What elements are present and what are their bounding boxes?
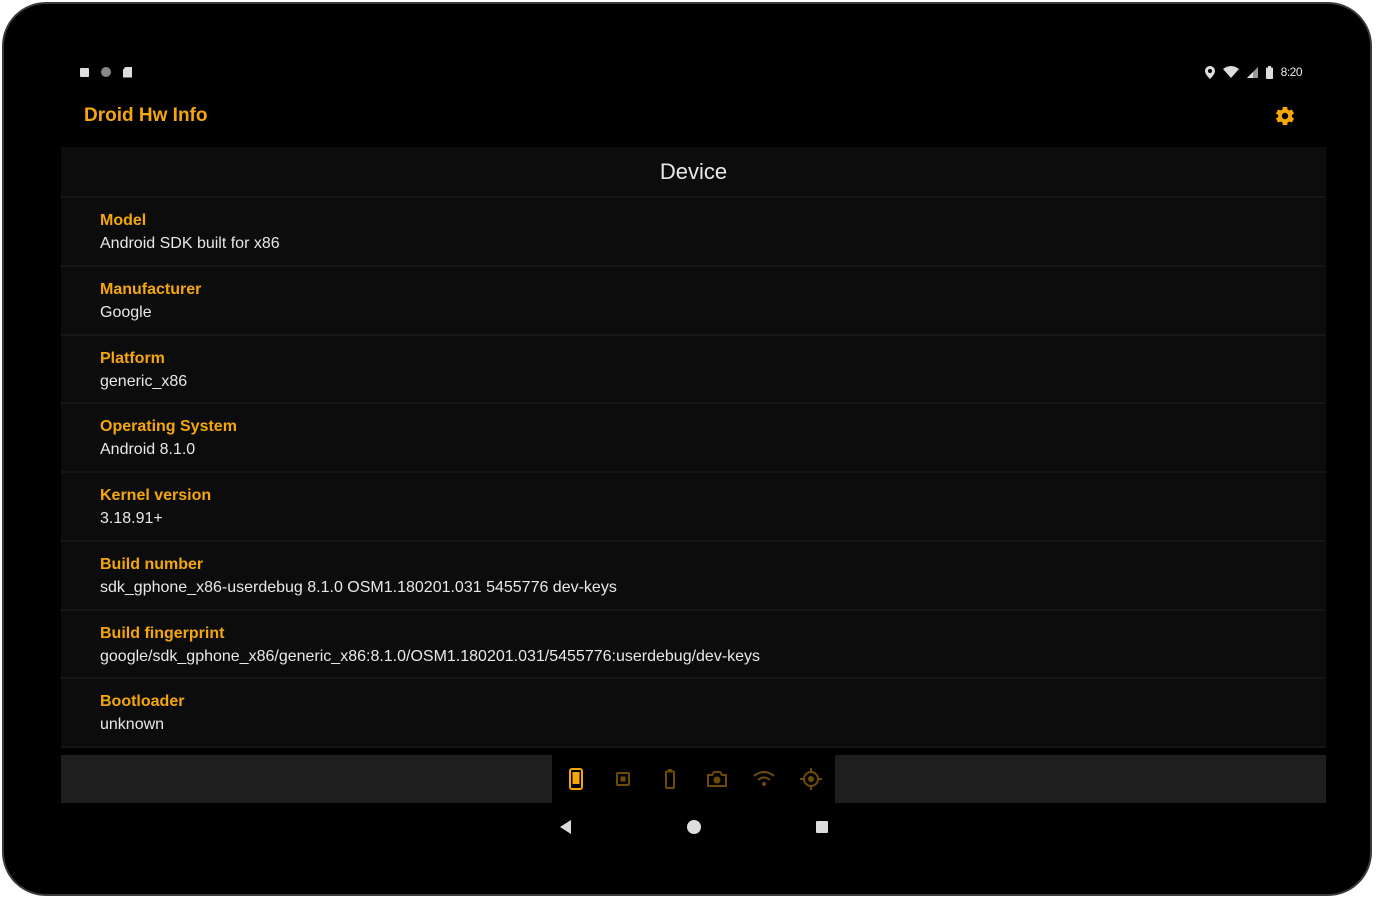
sd-card-icon <box>123 66 132 78</box>
info-row-manufacturer: Manufacturer Google <box>61 267 1326 336</box>
status-time: 8:20 <box>1280 65 1303 79</box>
location-icon <box>1204 65 1215 79</box>
row-value: Android 8.1.0 <box>100 441 196 459</box>
section-title: Device <box>61 147 1326 198</box>
row-label: Platform <box>100 349 165 367</box>
battery-icon <box>1265 65 1273 79</box>
row-value: Google <box>100 303 152 321</box>
row-value: unknown <box>100 716 165 734</box>
info-row-platform: Platform generic_x86 <box>61 336 1326 405</box>
battery-tab-icon <box>664 769 675 789</box>
row-label: Manufacturer <box>100 280 202 298</box>
recents-icon[interactable] <box>816 821 828 833</box>
row-value: generic_x86 <box>100 372 188 390</box>
status-bar: 8:20 <box>80 62 1303 82</box>
wifi-icon <box>1222 66 1239 78</box>
tab-device[interactable] <box>563 766 589 792</box>
info-row-build-number: Build number sdk_gphone_x86-userdebug 8.… <box>61 542 1326 611</box>
info-row-operating-system: Operating System Android 8.1.0 <box>61 404 1326 473</box>
phone-icon <box>568 768 583 790</box>
bottom-tab-bar <box>552 755 835 803</box>
row-value: 3.18.91+ <box>100 510 163 527</box>
tablet-frame: 8:20 Droid Hw Info Device Model Android … <box>2 2 1372 896</box>
row-label: Model <box>100 212 147 229</box>
tab-location[interactable] <box>798 766 824 792</box>
info-row-model: Model Android SDK built for x86 <box>61 198 1326 267</box>
location-tab-icon <box>800 768 823 790</box>
row-label: Operating System <box>100 418 237 436</box>
row-label: Bootloader <box>100 693 185 711</box>
tab-network[interactable] <box>751 766 777 792</box>
camera-icon <box>707 771 728 787</box>
row-label: Build fingerprint <box>100 624 225 642</box>
info-row-kernel-version: Kernel version 3.18.91+ <box>61 473 1326 542</box>
row-label: Kernel version <box>100 487 212 504</box>
info-row-bootloader: Bootloader unknown <box>61 679 1326 748</box>
circle-icon <box>101 67 111 77</box>
back-icon[interactable] <box>560 820 571 834</box>
tab-battery[interactable] <box>657 766 683 792</box>
tab-cpu[interactable] <box>610 766 636 792</box>
device-info-panel: Device Model Android SDK built for x86 M… <box>61 147 1326 748</box>
row-label: Build number <box>100 555 204 573</box>
app-title: Droid Hw Info <box>84 105 208 126</box>
system-nav-bar <box>544 814 844 840</box>
notification-square-icon <box>80 67 89 77</box>
row-value: sdk_gphone_x86-userdebug 8.1.0 OSM1.1802… <box>100 578 617 596</box>
row-value: google/sdk_gphone_x86/generic_x86:8.1.0/… <box>100 647 761 665</box>
home-icon[interactable] <box>686 820 701 834</box>
row-value: Android SDK built for x86 <box>100 235 280 252</box>
info-row-build-fingerprint: Build fingerprint google/sdk_gphone_x86/… <box>61 611 1326 680</box>
cpu-icon <box>615 772 630 786</box>
signal-icon <box>1246 66 1258 78</box>
tab-camera[interactable] <box>704 766 730 792</box>
app-bar: Droid Hw Info <box>84 100 1296 132</box>
wifi-tab-icon <box>753 771 775 786</box>
gear-icon[interactable] <box>1274 105 1296 127</box>
